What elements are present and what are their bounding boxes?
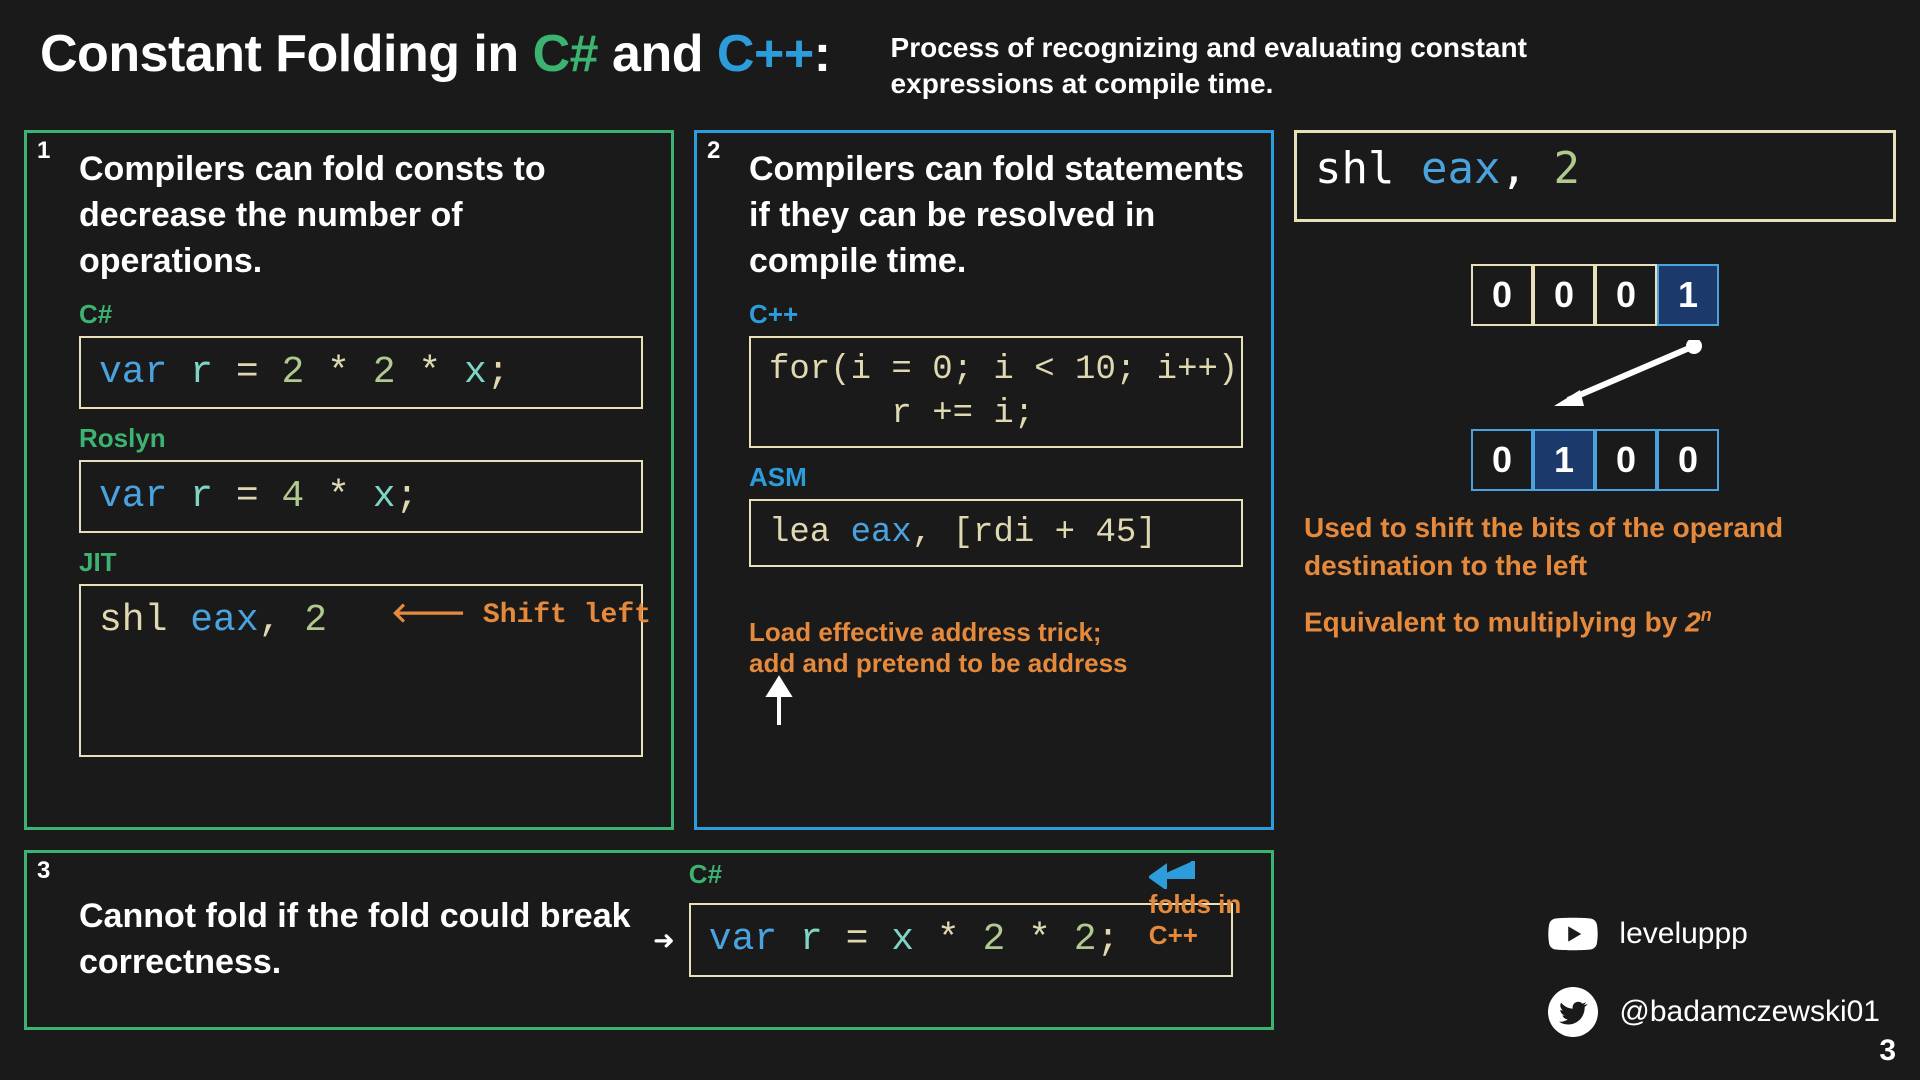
shl-note-2a: Equivalent to multiplying by [1304, 606, 1685, 637]
op-eq2: = [236, 475, 259, 518]
shl-codebox: shl eax, 2 [1294, 130, 1896, 222]
youtube-icon [1545, 906, 1601, 962]
id-r2: r [190, 475, 213, 518]
title-suffix: : [814, 25, 831, 83]
youtube-handle: leveluppp [1619, 917, 1747, 951]
bit-cell: 0 [1471, 429, 1533, 491]
twitter-handle: @badamczewski01 [1619, 995, 1880, 1029]
lea-note: Load effective address trick; add and pr… [749, 617, 1253, 679]
code-csharp-original: var r = 2 * 2 * x; [79, 336, 643, 409]
folds-cpp-annotation: folds in C++ [1149, 855, 1253, 951]
label-csharp-3: C# [689, 859, 722, 890]
asm-comma2: , [912, 514, 932, 552]
id-x3: x [891, 918, 914, 961]
panel-2: 2 Compilers can fold statements if they … [694, 130, 1274, 830]
asm-eax: eax [190, 599, 258, 642]
bit-cell: 0 [1471, 264, 1533, 326]
code-jit: shl eax, 2 🡐 Shift left [79, 584, 643, 756]
page-number: 3 [1879, 1034, 1896, 1068]
shl-op: shl [1315, 143, 1394, 194]
arrow-up-icon [759, 675, 799, 725]
shift-left-annotation: 🡐 Shift left [391, 598, 651, 634]
asm-lea: lea [769, 514, 830, 552]
label-csharp: C# [79, 299, 653, 330]
social-links: leveluppp @badamczewski01 [1545, 906, 1880, 1040]
lit-2b: 2 [373, 351, 396, 394]
header: Constant Folding in C# and C++: Process … [0, 0, 1920, 113]
youtube-link[interactable]: leveluppp [1545, 906, 1880, 962]
label-jit: JIT [79, 547, 653, 578]
shl-exp: n [1701, 605, 1712, 625]
op-semi2: ; [396, 475, 419, 518]
asm-bracket: [rdi + 45] [953, 514, 1157, 552]
op-semi3: ; [1097, 918, 1120, 961]
op-eq: = [236, 351, 259, 394]
id-x: x [464, 351, 487, 394]
code-cpp-loop: for(i = 0; i < 10; i++) r += i; [749, 336, 1243, 448]
twitter-icon [1545, 984, 1601, 1040]
bit-cell: 0 [1657, 429, 1719, 491]
lit-2d: 2 [1074, 918, 1097, 961]
shift-arrow-icon [1294, 340, 1896, 410]
title-cpp: C++ [717, 25, 814, 83]
label-asm: ASM [749, 462, 1253, 493]
op-eq3: = [846, 918, 869, 961]
lit-2c: 2 [983, 918, 1006, 961]
bit-cell-highlight: 1 [1533, 429, 1595, 491]
bit-cell: 0 [1595, 264, 1657, 326]
title-mid: and [598, 25, 717, 83]
twitter-link[interactable]: @badamczewski01 [1545, 984, 1880, 1040]
label-cpp: C++ [749, 299, 1253, 330]
panel-1: 1 Compilers can fold consts to decrease … [24, 130, 674, 830]
title-csharp: C# [533, 25, 598, 83]
op-semi: ; [487, 351, 510, 394]
lit-2a: 2 [281, 351, 304, 394]
bit-row-after: 0 1 0 0 [1471, 429, 1719, 491]
shl-base: 2 [1685, 606, 1701, 637]
op-star3: * [327, 475, 350, 518]
panel-1-text: Compilers can fold consts to decrease th… [79, 147, 653, 285]
bit-cell: 0 [1595, 429, 1657, 491]
bit-row-before: 0 0 0 1 [1471, 264, 1719, 326]
op-star2: * [418, 351, 441, 394]
lit-4: 4 [281, 475, 304, 518]
shift-left-label: Shift left [483, 600, 651, 631]
panel-2-number: 2 [707, 137, 720, 165]
bit-cell-highlight: 1 [1657, 264, 1719, 326]
arrow-right-icon: ➜ [653, 925, 675, 956]
op-star4: * [937, 918, 960, 961]
shl-note-1: Used to shift the bits of the operand de… [1304, 509, 1886, 585]
panel-3: 3 Cannot fold if the fold could break co… [24, 850, 1274, 1030]
id-r3: r [800, 918, 823, 961]
shl-two: 2 [1553, 143, 1580, 194]
kw-var2: var [99, 475, 167, 518]
shl-note-2: Equivalent to multiplying by 2n [1304, 603, 1886, 641]
asm-2: 2 [304, 599, 327, 642]
id-r: r [190, 351, 213, 394]
asm-eax2: eax [851, 514, 912, 552]
op-star5: * [1028, 918, 1051, 961]
asm-shl: shl [99, 599, 167, 642]
shl-eax: eax [1421, 143, 1500, 194]
page-subtitle: Process of recognizing and evaluating co… [891, 24, 1531, 103]
panel-3-number: 3 [37, 857, 50, 885]
label-roslyn: Roslyn [79, 423, 653, 454]
shl-comma: , [1500, 143, 1527, 194]
bit-cell: 0 [1533, 264, 1595, 326]
page-title: Constant Folding in C# and C++: [40, 24, 831, 84]
op-star: * [327, 351, 350, 394]
folds-label: folds in C++ [1149, 889, 1241, 950]
panel-3-text: Cannot fold if the fold could break corr… [79, 894, 639, 986]
title-prefix: Constant Folding in [40, 25, 533, 83]
kw-var3: var [709, 918, 777, 961]
code-asm-lea: lea eax, [rdi + 45] [749, 499, 1243, 567]
id-x2: x [373, 475, 396, 518]
panel-2-text: Compilers can fold statements if they ca… [749, 147, 1253, 285]
code-roslyn: var r = 4 * x; [79, 460, 643, 533]
asm-comma: , [259, 599, 282, 642]
kw-var: var [99, 351, 167, 394]
panel-1-number: 1 [37, 137, 50, 165]
bit-shift-diagram: 0 0 0 1 0 1 0 0 Used to shift the bits o… [1294, 250, 1896, 651]
